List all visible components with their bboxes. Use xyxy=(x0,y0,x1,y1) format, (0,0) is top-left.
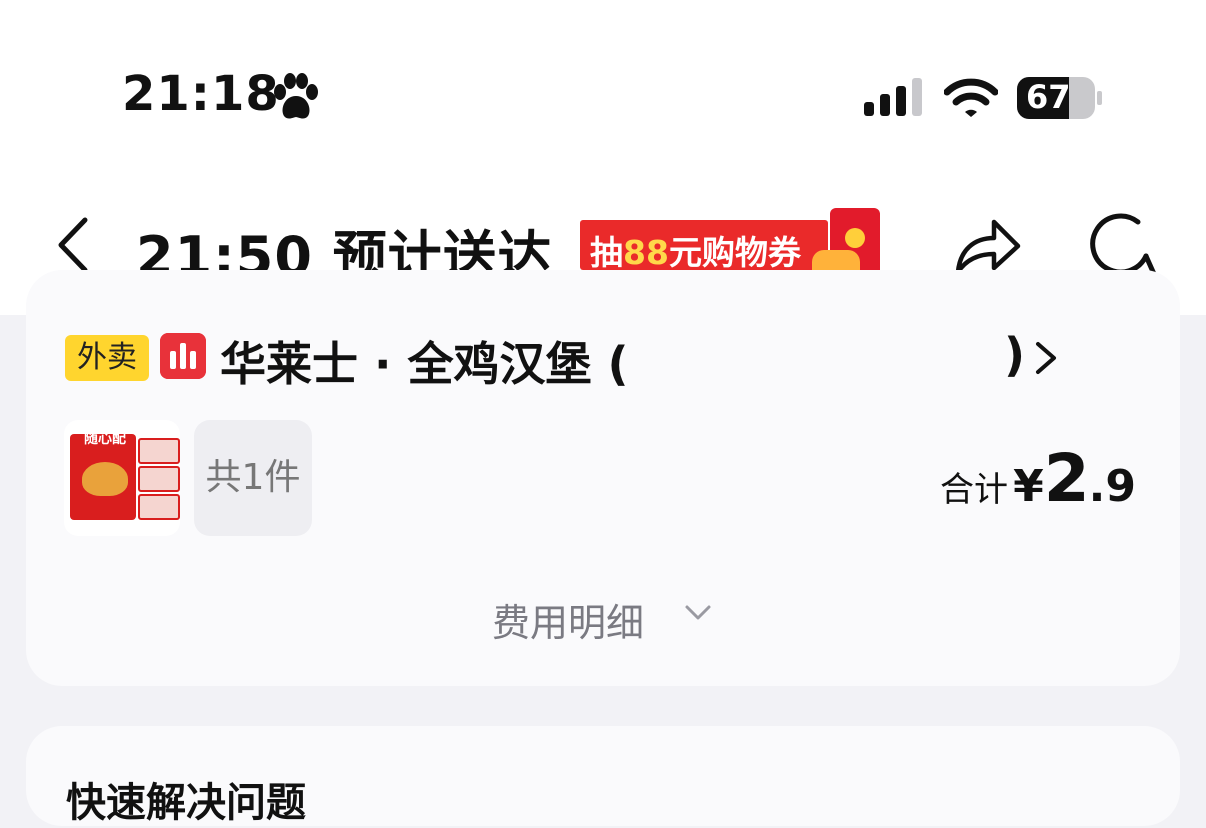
promo-text: 抽88元购物券 xyxy=(590,226,801,274)
shop-name[interactable]: 华莱士 · 全鸡汉堡 ( xyxy=(220,328,629,394)
help-card-title: 快速解决问题 xyxy=(66,780,306,826)
wifi-icon xyxy=(944,78,998,117)
shop-name-end: ) xyxy=(1004,328,1026,382)
promo-number: 88 xyxy=(623,233,669,272)
fee-details-link[interactable]: 费用明细 xyxy=(492,592,644,647)
item-count[interactable]: 共1件 xyxy=(194,420,312,536)
thumbnail-option xyxy=(138,466,180,492)
thumbnail-label: 随心配 xyxy=(84,431,126,447)
total-label: 合计 xyxy=(940,470,1008,510)
burger-image xyxy=(82,462,128,496)
shop-logo-icon xyxy=(160,333,206,379)
currency-symbol: ¥ xyxy=(1013,461,1044,512)
total-amount-decimal: .9 xyxy=(1088,461,1136,512)
promo-prefix: 抽 xyxy=(590,233,623,272)
cellular-signal-icon xyxy=(864,78,922,116)
total-amount-integer: 2 xyxy=(1043,440,1090,517)
promo-suffix: 元购物券 xyxy=(668,233,801,272)
thumbnail-option xyxy=(138,438,180,464)
product-thumbnail[interactable]: 随心配 xyxy=(64,420,180,536)
coin-icon xyxy=(845,228,865,248)
status-time: 21:18 xyxy=(122,66,280,122)
chevron-right-icon[interactable] xyxy=(1034,340,1058,376)
chevron-down-icon[interactable] xyxy=(684,602,712,624)
order-total: 合计 ¥2.9 xyxy=(940,440,1136,517)
thumbnail-option xyxy=(138,494,180,520)
delivery-tag: 外卖 xyxy=(65,335,149,381)
back-arrow-icon[interactable] xyxy=(55,216,91,274)
share-icon[interactable] xyxy=(952,214,1022,276)
redacted-area xyxy=(650,300,1010,400)
battery-level: 67 xyxy=(1026,78,1071,116)
paw-icon xyxy=(274,73,318,119)
